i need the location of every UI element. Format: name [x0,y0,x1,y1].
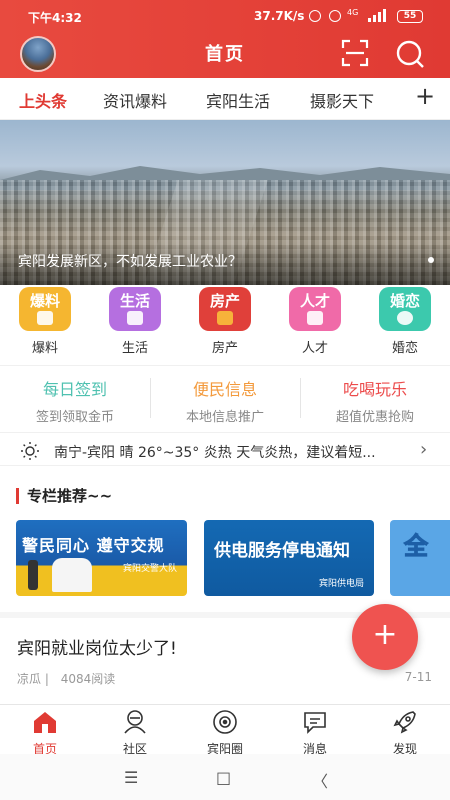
column-cards: 警民同心 遵守交规 宾阳交警大队 供电服务停电通知 宾阳供电局 全 [0,518,450,598]
status-time: 下午4:32 [28,11,82,25]
tab-binyang-life[interactable]: 宾阳生活 [206,88,270,112]
alarm-icon [329,10,341,22]
service-title: 便民信息 [192,380,257,399]
message-icon [304,712,326,734]
home-button-icon[interactable]: □ [216,768,231,787]
tips-icon: 爆料 [19,287,71,331]
category-tile-text: 房产 [209,292,240,310]
nav-discover[interactable]: 发现 [370,709,440,757]
article-author: 凉瓜 [17,672,42,686]
service-subtitle: 超值优惠抢购 [335,410,414,425]
category-label: 生活 [121,341,148,356]
nav-binyang-circle[interactable]: 宾阳圈 [190,709,260,757]
spoon-glyph [127,311,143,325]
channel-tabs: 上头条 资讯爆料 宾阳生活 摄影天下 + [0,78,450,120]
quick-services: 每日签到 签到领取金币 便民信息 本地信息推广 吃喝玩乐 超值优惠抢购 [0,365,450,427]
local-info[interactable]: 便民信息 本地信息推广 [150,376,300,425]
nav-messages[interactable]: 消息 [280,709,350,757]
card-subtitle: 宾阳供电局 [318,579,364,589]
category-realestate[interactable]: 房产 房产 [198,287,252,356]
column-card-traffic[interactable]: 警民同心 遵守交规 宾阳交警大队 [16,520,187,596]
card-title: 警民同心 遵守交规 [22,536,165,555]
love-glyph [397,311,413,325]
meta-divider: | [44,672,53,686]
category-talent[interactable]: 人才 人才 [288,287,342,356]
signal-icon [368,9,386,22]
back-icon[interactable]: 〈 [312,768,328,792]
service-title: 每日签到 [42,380,107,399]
category-label: 人才 [301,341,328,356]
category-tile-text: 生活 [119,292,150,310]
sun-icon [21,442,39,460]
house-glyph [217,311,233,325]
house-icon: 房产 [199,287,251,331]
circle-icon [213,710,237,734]
service-subtitle: 本地信息推广 [185,410,264,425]
category-grid: 爆料 爆料 生活 生活 房产 房产 人才 人才 婚恋 婚恋 [0,285,450,365]
system-nav-bar: ☰ □ 〈 [0,754,450,800]
daily-checkin[interactable]: 每日签到 签到领取金币 [0,376,150,425]
card-title: 全 [404,532,429,561]
mute-icon [309,10,321,22]
network-type: 4G [347,8,359,17]
heart-icon: 婚恋 [379,287,431,331]
scan-icon[interactable] [340,38,370,68]
category-tile-text: 人才 [299,292,330,310]
food-fun[interactable]: 吃喝玩乐 超值优惠抢购 [300,376,450,425]
category-tips[interactable]: 爆料 爆料 [18,287,72,356]
police-figure [52,558,92,592]
home-icon [34,712,56,733]
category-label: 爆料 [31,341,58,356]
tab-news-tips[interactable]: 资讯爆料 [103,88,167,112]
life-icon: 生活 [109,287,161,331]
banner-caption: 宾阳发展新区，不如发展工业农业？ [18,254,242,270]
section-title: 专栏推荐~~ [27,487,113,505]
page-title: 首页 [205,44,245,65]
category-dating[interactable]: 婚恋 婚恋 [378,287,432,356]
category-life[interactable]: 生活 生活 [108,287,162,356]
traffic-light-icon [28,560,38,590]
menu-icon[interactable]: ☰ [124,768,138,787]
badge-glyph [307,311,323,325]
talent-icon: 人才 [289,287,341,331]
banner-carousel[interactable]: 宾阳发展新区，不如发展工业农业？ [0,120,450,285]
category-label: 婚恋 [391,341,418,356]
add-post-button[interactable]: + [352,604,418,670]
battery-indicator: 55 [397,10,423,23]
weather-text: 南宁-宾阳 晴 26°~35° 炎热 天气炎热，建议着短... [54,445,376,461]
network-speed: 37.7K/s [254,9,305,23]
search-icon[interactable] [394,38,426,70]
section-header: 专栏推荐~~ [0,480,450,510]
tab-headline[interactable]: 上头条 [19,88,67,112]
category-tile-text: 婚恋 [389,292,420,310]
column-card-more[interactable]: 全 [390,520,450,596]
status-bar: 下午4:32 37.7K/s 4G 55 [0,0,450,32]
nav-home[interactable]: 首页 [10,709,80,757]
tab-photography[interactable]: 摄影天下 [310,88,374,112]
column-card-power[interactable]: 供电服务停电通知 宾阳供电局 [204,520,374,596]
chevron-right-icon: › [420,439,428,460]
weather-bar[interactable]: 南宁-宾阳 晴 26°~35° 炎热 天气炎热，建议着短... › [0,432,450,466]
card-title: 供电服务停电通知 [214,541,350,561]
community-icon [124,710,146,734]
service-subtitle: 签到领取金币 [35,410,114,425]
article-meta: 凉瓜 | 4084阅读 [17,670,115,687]
service-title: 吃喝玩乐 [342,380,407,399]
carousel-dot[interactable] [428,257,434,263]
phone-glyph [37,311,53,325]
top-bar: 下午4:32 37.7K/s 4G 55 首页 [0,0,450,78]
nav-community[interactable]: 社区 [100,709,170,757]
category-tile-text: 爆料 [29,292,60,310]
article-date: 7-11 [404,670,432,684]
rocket-icon [393,711,416,734]
bottom-nav: 首页 社区 宾阳圈 消息 发现 [0,704,450,757]
article-reads: 4084阅读 [60,672,116,686]
app-screen: 下午4:32 37.7K/s 4G 55 首页 上头条 资讯爆料 宾阳生活 摄影… [0,0,450,800]
article-title: 宾阳就业岗位太少了! [17,639,177,659]
card-subtitle: 宾阳交警大队 [122,564,177,574]
section-accent [16,488,19,504]
add-channel-button[interactable]: + [415,84,435,108]
category-label: 房产 [211,341,238,356]
